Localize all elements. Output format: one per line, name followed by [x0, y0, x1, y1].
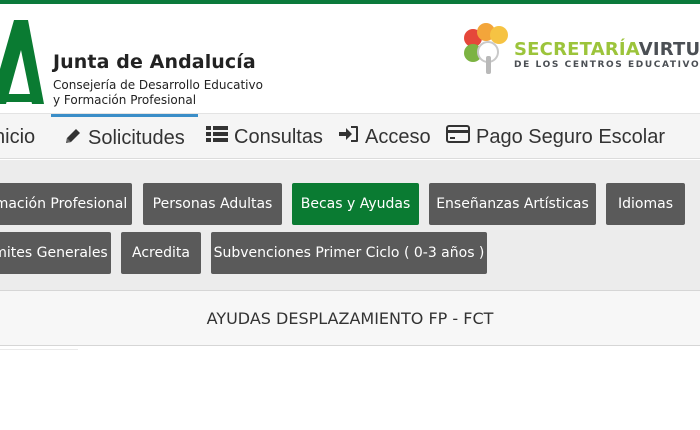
nav-inicio[interactable]: nicio [0, 114, 35, 160]
site-header: Junta de Andalucía Consejería de Desarro… [0, 4, 700, 112]
nav-solicitudes[interactable]: Solicitudes [51, 114, 198, 160]
list-icon [206, 125, 228, 149]
tab-formacion-profesional[interactable]: mación Profesional [0, 183, 132, 225]
org-subtitle-1: Consejería de Desarrollo Educativo [53, 78, 263, 92]
pencil-icon [64, 127, 82, 151]
sign-in-icon [339, 125, 359, 149]
category-tabs: mación Profesional Personas Adultas Beca… [0, 160, 700, 290]
main-navbar: nicio Solicitudes Consultas Acceso Pago … [0, 113, 700, 159]
tab-label: Becas y Ayudas [300, 196, 411, 212]
tab-label: Subvenciones Primer Ciclo ( 0-3 años ) [213, 245, 485, 261]
tab-tramites-generales[interactable]: mites Generales [0, 232, 111, 274]
tab-label: Personas Adultas [152, 196, 273, 212]
secretaria-subtitle: DE LOS CENTROS EDUCATIVOS [514, 60, 700, 70]
divider [0, 349, 78, 350]
secretaria-virtual-logo-icon[interactable] [461, 22, 515, 78]
tab-label: Idiomas [618, 196, 673, 212]
credit-card-icon [446, 125, 470, 149]
tab-acredita[interactable]: Acredita [121, 232, 201, 274]
nav-consultas[interactable]: Consultas [206, 114, 323, 160]
tab-label: Acredita [132, 245, 190, 261]
secretaria-word: SECRETARÍA [514, 39, 639, 60]
tab-idiomas[interactable]: Idiomas [606, 183, 685, 225]
tab-label: mación Profesional [0, 196, 128, 212]
tab-personas-adultas[interactable]: Personas Adultas [143, 183, 282, 225]
secretaria-virtual-title: SECRETARÍAVIRTUAL [514, 39, 700, 60]
tab-ensenanzas-artisticas[interactable]: Enseñanzas Artísticas [429, 183, 596, 225]
tab-label: Enseñanzas Artísticas [436, 196, 589, 212]
page-title-text: AYUDAS DESPLAZAMIENTO FP - FCT [206, 308, 494, 328]
org-title: Junta de Andalucía [53, 51, 256, 73]
tab-becas-y-ayudas[interactable]: Becas y Ayudas [292, 183, 419, 225]
nav-acceso-label: Acceso [365, 125, 431, 148]
tab-label: mites Generales [0, 245, 108, 261]
nav-pago-seguro[interactable]: Pago Seguro Escolar [446, 114, 665, 160]
page-title: AYUDAS DESPLAZAMIENTO FP - FCT [0, 290, 700, 346]
junta-andalucia-logo[interactable] [0, 20, 44, 104]
nav-solicitudes-label: Solicitudes [88, 127, 185, 149]
tab-subvenciones-primer-ciclo[interactable]: Subvenciones Primer Ciclo ( 0-3 años ) [211, 232, 487, 274]
nav-consultas-label: Consultas [234, 125, 323, 148]
nav-pago-label: Pago Seguro Escolar [476, 125, 666, 148]
nav-inicio-label: nicio [0, 125, 36, 148]
org-subtitle-2: y Formación Profesional [53, 93, 197, 107]
content-area [0, 347, 700, 430]
nav-acceso[interactable]: Acceso [339, 114, 431, 160]
virtual-word: VIRTUAL [638, 39, 700, 60]
